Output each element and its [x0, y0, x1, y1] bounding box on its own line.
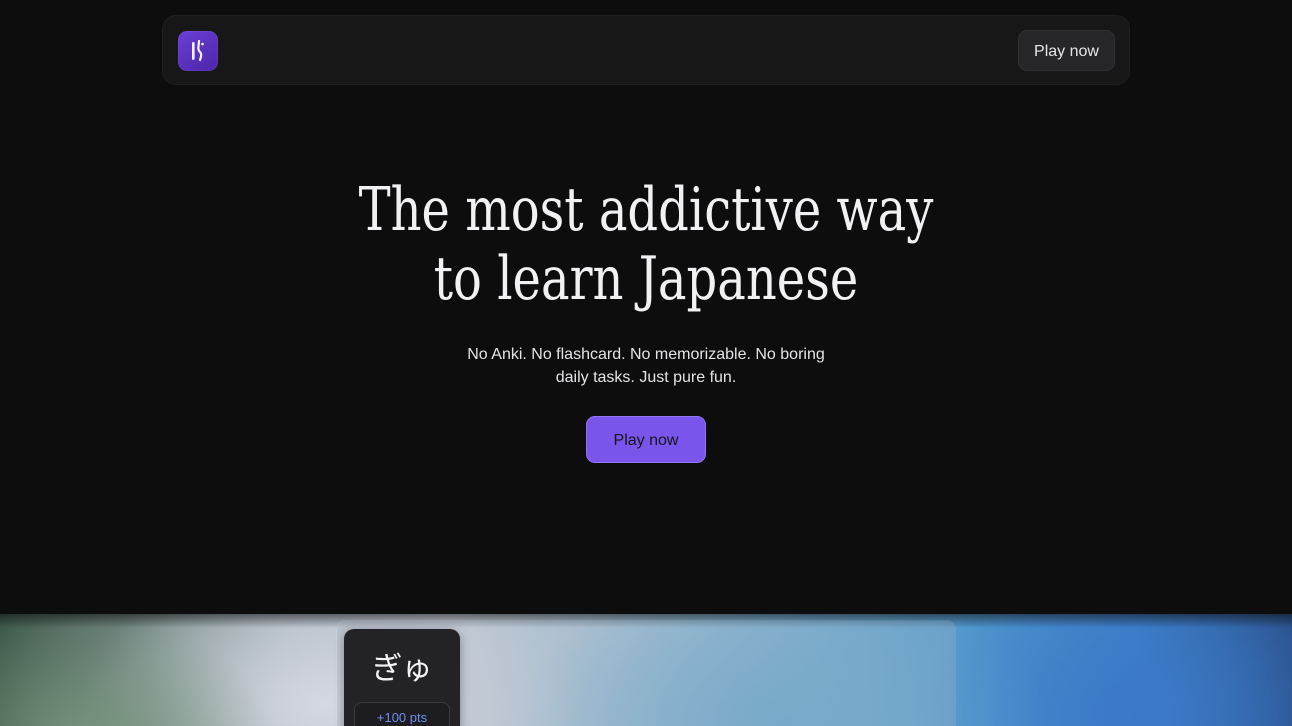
landing-page: Play now The most addictive way to learn…	[0, 0, 1292, 726]
brand-logo[interactable]	[178, 31, 218, 71]
hero-title: The most addictive way to learn Japanese	[129, 176, 1163, 314]
hero-subtitle-line-1: No Anki. No flashcard. No memorizable. N…	[467, 346, 825, 363]
header-play-now-button[interactable]: Play now	[1018, 30, 1115, 71]
kana-card[interactable]: ぎゅ +100 pts	[344, 629, 460, 726]
kana-character: ぎゅ	[371, 651, 433, 687]
top-navbar: Play now	[162, 15, 1130, 85]
brand-logo-icon	[192, 39, 204, 62]
hero-title-line-1: The most addictive way	[358, 175, 934, 245]
hero-subtitle-line-2: daily tasks. Just pure fun.	[555, 369, 737, 386]
game-preview-showcase: ぎゅ +100 pts	[0, 614, 1292, 726]
hero-subtitle: No Anki. No flashcard. No memorizable. N…	[446, 343, 846, 389]
hero-title-line-2: to learn Japanese	[433, 244, 859, 314]
points-badge: +100 pts	[354, 702, 450, 726]
hero-play-now-button[interactable]: Play now	[586, 416, 706, 463]
